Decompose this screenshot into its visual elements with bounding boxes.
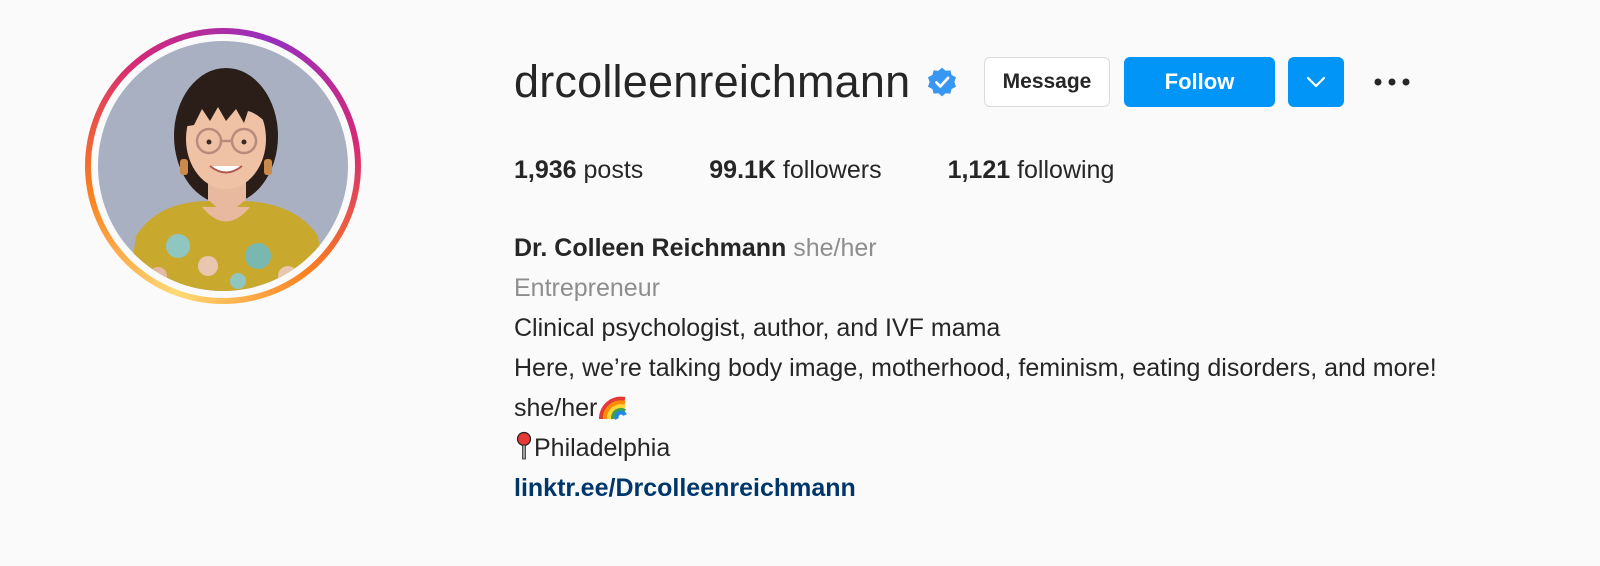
profile-stats: 1,936 posts 99.1K followers 1,121 follow… (514, 156, 1180, 185)
followers-count: 99.1K (709, 156, 776, 184)
profile-avatar-story-ring[interactable] (85, 28, 361, 304)
chevron-down-icon (1306, 76, 1326, 88)
pronouns: she/her (793, 234, 877, 262)
bio-link[interactable]: linktr.ee/Drcolleenreichmann (514, 474, 856, 502)
full-name: Dr. Colleen Reichmann (514, 234, 787, 262)
more-options-button[interactable] (1372, 62, 1412, 102)
bio-name-line: Dr. Colleen Reichmann she/her (514, 228, 1437, 268)
bio-link-line: linktr.ee/Drcolleenreichmann (514, 468, 1437, 508)
followers-stat[interactable]: 99.1K followers (709, 156, 881, 185)
following-stat[interactable]: 1,121 following (948, 156, 1115, 185)
bio-pronouns-text: she/her (514, 394, 598, 422)
follow-button[interactable]: Follow (1124, 57, 1275, 107)
following-label: following (1010, 156, 1115, 184)
bio-line-4: Philadelphia (514, 428, 1437, 468)
category-label: Entrepreneur (514, 274, 660, 302)
profile-page: drcolleenreichmann Message Follow 1,936 … (0, 0, 1600, 566)
verified-badge-icon (926, 66, 958, 98)
profile-bio: Dr. Colleen Reichmann she/her Entreprene… (514, 228, 1437, 508)
posts-stat: 1,936 posts (514, 156, 643, 185)
username: drcolleenreichmann (514, 56, 911, 107)
pin-icon (514, 431, 534, 473)
bio-line-3: she/her (514, 388, 1437, 428)
profile-header: drcolleenreichmann (514, 52, 958, 112)
followers-label: followers (775, 156, 882, 184)
posts-count: 1,936 (514, 156, 577, 184)
bio-line-2: Here, we’re talking body image, motherho… (514, 354, 1437, 382)
avatar (98, 41, 348, 291)
following-count: 1,121 (947, 156, 1011, 184)
posts-label: posts (576, 156, 644, 184)
location-text: Philadelphia (534, 434, 671, 462)
suggested-accounts-dropdown-button[interactable] (1288, 57, 1344, 107)
rainbow-icon (597, 393, 629, 433)
bio-line-1: Clinical psychologist, author, and IVF m… (514, 314, 1001, 342)
avatar-ring-gap (91, 34, 355, 298)
profile-photo (98, 41, 348, 291)
more-options-icon (1374, 78, 1410, 86)
message-button[interactable]: Message (984, 57, 1110, 107)
